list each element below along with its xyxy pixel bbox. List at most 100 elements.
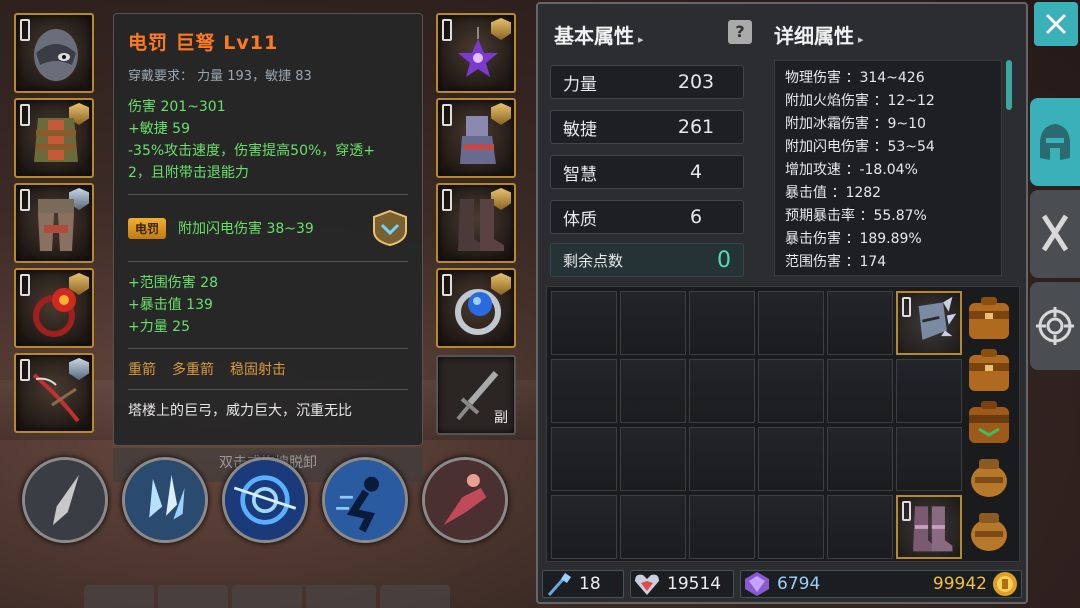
inventory-cell[interactable] [620, 427, 686, 491]
gloves-slot[interactable] [436, 98, 516, 178]
bottom-tab[interactable] [380, 585, 450, 608]
item-agility-bonus: +敏捷 59 [128, 121, 190, 137]
inventory-cell[interactable] [551, 359, 617, 423]
inventory-cell[interactable] [827, 495, 893, 559]
crossbow-icon [32, 373, 80, 423]
inventory-cell[interactable] [689, 495, 755, 559]
weapon-slot-offhand[interactable]: 副 [436, 355, 516, 435]
detail-line: 附加冰霜伤害 ：9~10 [785, 116, 926, 132]
inventory-cell[interactable] [689, 359, 755, 423]
detail-line: 暴击伤害 ：189.89% [785, 231, 922, 247]
effect-text: 附加闪电伤害 38~39 [178, 221, 314, 237]
bag-icon[interactable] [965, 293, 1013, 343]
inventory-cell[interactable] [827, 359, 893, 423]
detail-line: 物理伤害 ：314~426 [785, 70, 925, 86]
offhand-label: 副 [494, 410, 508, 426]
skill-name: 稳固射击 [230, 362, 286, 378]
stat-label: 体质 [563, 209, 597, 230]
detail-attributes-list[interactable]: 物理伤害 ：314~426 附加火焰伤害 ：12~12 附加冰霜伤害 ：9~10… [774, 60, 1002, 276]
bottom-tab[interactable] [84, 585, 154, 608]
skill-multishot-button[interactable] [122, 457, 208, 543]
divider [128, 194, 408, 195]
inventory-cell[interactable] [551, 291, 617, 355]
crystal-gold-currency: 6794 99942 [740, 570, 1022, 598]
detail-scrollbar[interactable] [1006, 60, 1012, 110]
inventory-cell[interactable] [896, 359, 962, 423]
crystal-count: 6794 [777, 574, 821, 594]
detail-attributes-title[interactable]: 详细属性 ▸ [774, 20, 864, 49]
skill-arrow-button[interactable] [22, 457, 108, 543]
weapon-slot-main[interactable] [14, 353, 94, 433]
bottom-tab[interactable] [158, 585, 228, 608]
tab-target[interactable] [1030, 282, 1080, 370]
bag-icon[interactable] [965, 345, 1013, 395]
item-bonus-1: +范围伤害 28 [128, 275, 218, 291]
pouch-icon[interactable] [965, 505, 1013, 555]
helmet-tab-icon [1040, 124, 1070, 160]
purple-boots-icon [913, 506, 953, 552]
tab-equipment[interactable] [1030, 98, 1080, 186]
armor-slot[interactable] [14, 98, 94, 178]
skill-kick-button[interactable] [422, 457, 508, 543]
stat-label: 智慧 [563, 164, 597, 185]
effect-badge: 电罚 [128, 217, 167, 239]
currency-bar: 18 19514 6794 99942 [542, 570, 1022, 600]
helmet-icon [34, 29, 78, 81]
inventory-cell[interactable] [551, 495, 617, 559]
amulet-slot[interactable] [436, 13, 516, 93]
stat-value: 261 [677, 116, 715, 138]
stat-label: 力量 [563, 74, 597, 95]
inventory-cell[interactable] [551, 427, 617, 491]
tab-skills[interactable] [1030, 190, 1080, 278]
inventory-cell[interactable] [896, 427, 962, 491]
stat-value: 203 [677, 71, 715, 93]
skill-vortex-button[interactable] [222, 457, 308, 543]
close-button[interactable] [1034, 2, 1078, 46]
star-amulet-icon [458, 27, 498, 77]
help-button[interactable]: ? [728, 20, 752, 44]
bottom-tab[interactable] [306, 585, 376, 608]
inventory-cell[interactable] [758, 495, 824, 559]
blue-ring-icon [455, 289, 501, 335]
kick-icon [425, 460, 505, 540]
skill-name: 多重箭 [172, 362, 214, 378]
pants-slot[interactable] [14, 183, 94, 263]
detail-line: 附加火焰伤害 ：12~12 [785, 93, 935, 109]
stat-row-strength: 力量 203 [550, 65, 744, 99]
inventory-cell[interactable] [758, 291, 824, 355]
inventory-cell[interactable] [758, 359, 824, 423]
wand-icon [547, 573, 571, 596]
detail-line: 范围伤害 ：174 [785, 254, 887, 270]
ring-slot-left[interactable] [14, 268, 94, 348]
divider [128, 389, 408, 390]
pouch-icon[interactable] [965, 451, 1013, 501]
divider [128, 348, 408, 349]
spiked-gauntlet-icon [918, 296, 957, 340]
ring-slot-right[interactable] [436, 268, 516, 348]
inventory-cell[interactable] [758, 427, 824, 491]
inventory-cell-gauntlet[interactable] [896, 291, 962, 355]
detail-line: 预期暴击率 ：55.87% [785, 208, 927, 224]
skill-dash-button[interactable] [322, 457, 408, 543]
helmet-slot[interactable] [14, 13, 94, 93]
inventory-cell[interactable] [827, 427, 893, 491]
inventory-cell-boots[interactable] [896, 495, 962, 559]
bag-icon[interactable] [965, 397, 1013, 447]
inventory-cell[interactable] [620, 291, 686, 355]
boots-slot[interactable] [436, 183, 516, 263]
inventory-cell[interactable] [689, 427, 755, 491]
basic-attributes-title[interactable]: 基本属性 ▸ [554, 20, 644, 49]
crossed-swords-icon [1041, 214, 1069, 252]
stat-row-agility: 敏捷 261 [550, 110, 744, 144]
stat-value: 4 [689, 161, 703, 183]
inventory-cell[interactable] [827, 291, 893, 355]
item-bonus-3: +力量 25 [128, 319, 190, 335]
inventory-cell[interactable] [620, 495, 686, 559]
bottom-tab[interactable] [232, 585, 302, 608]
gem-count: 19514 [667, 574, 722, 594]
gauntlet-icon [460, 116, 496, 164]
inventory-cell[interactable] [689, 291, 755, 355]
stat-value: 6 [689, 206, 703, 228]
inventory-cell[interactable] [620, 359, 686, 423]
item-damage: 伤害 201~301 [128, 99, 226, 115]
